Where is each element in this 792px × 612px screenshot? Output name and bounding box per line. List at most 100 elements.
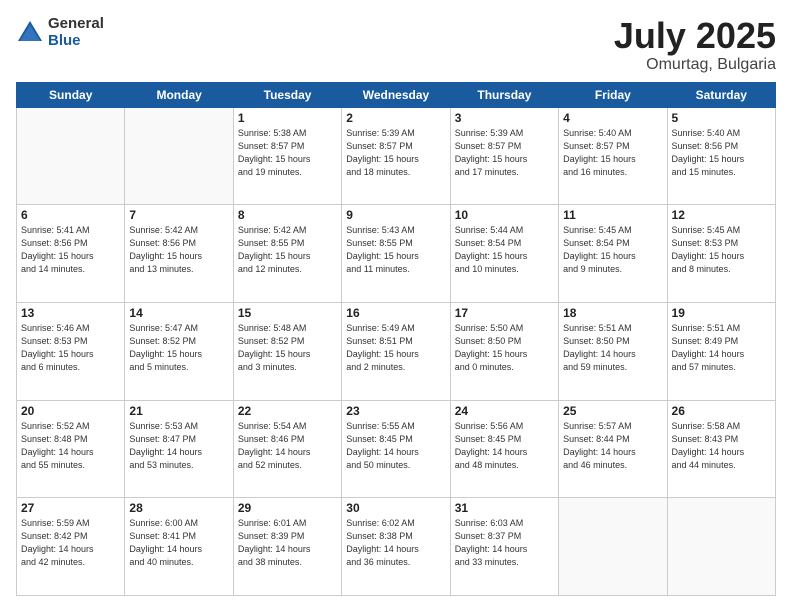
- day-info: Sunrise: 5:56 AM Sunset: 8:45 PM Dayligh…: [455, 420, 554, 472]
- calendar-cell: 4 Sunrise: 5:40 AM Sunset: 8:57 PM Daylig…: [559, 107, 667, 205]
- calendar-cell: 1Sunrise: 5:38 AM Sunset: 8:57 PM Daylig…: [233, 107, 341, 205]
- logo-text: General Blue: [48, 16, 104, 49]
- day-number: 28: [129, 501, 228, 515]
- calendar-cell: [667, 498, 775, 596]
- calendar-cell: 27 Sunrise: 5:59 AM Sunset: 8:42 PM Dayli…: [17, 498, 125, 596]
- day-info: Sunrise: 5:44 AM Sunset: 8:54 PM Dayligh…: [455, 224, 554, 276]
- day-info: Sunrise: 5:39 AM Sunset: 8:57 PM Dayligh…: [455, 127, 554, 179]
- day-number: 18: [563, 306, 662, 320]
- day-number: 31: [455, 501, 554, 515]
- calendar-cell: 10 Sunrise: 5:44 AM Sunset: 8:54 PM Dayli…: [450, 205, 558, 303]
- calendar-cell: 18Sunrise: 5:51 AM Sunset: 8:50 PM Dayli…: [559, 302, 667, 400]
- day-info: Sunrise: 5:50 AM Sunset: 8:50 PM Dayligh…: [455, 322, 554, 374]
- calendar-week-3: 20Sunrise: 5:52 AM Sunset: 8:48 PM Dayli…: [17, 400, 776, 498]
- calendar-cell: 30 Sunrise: 6:02 AM Sunset: 8:38 PM Dayli…: [342, 498, 450, 596]
- day-header-friday: Friday: [559, 82, 667, 107]
- calendar-cell: 12 Sunrise: 5:45 AM Sunset: 8:53 PM Dayli…: [667, 205, 775, 303]
- day-number: 30: [346, 501, 445, 515]
- day-number: 27: [21, 501, 120, 515]
- day-number: 29: [238, 501, 337, 515]
- day-number: 24: [455, 404, 554, 418]
- calendar-cell: [17, 107, 125, 205]
- day-info: Sunrise: 5:39 AM Sunset: 8:57 PM Dayligh…: [346, 127, 445, 179]
- day-info: Sunrise: 5:38 AM Sunset: 8:57 PM Dayligh…: [238, 127, 337, 179]
- subtitle: Omurtag, Bulgaria: [614, 56, 776, 74]
- calendar-week-0: 1Sunrise: 5:38 AM Sunset: 8:57 PM Daylig…: [17, 107, 776, 205]
- day-number: 15: [238, 306, 337, 320]
- day-info: Sunrise: 5:54 AM Sunset: 8:46 PM Dayligh…: [238, 420, 337, 472]
- day-number: 22: [238, 404, 337, 418]
- day-header-wednesday: Wednesday: [342, 82, 450, 107]
- day-info: Sunrise: 5:46 AM Sunset: 8:53 PM Dayligh…: [21, 322, 120, 374]
- calendar-cell: 8 Sunrise: 5:42 AM Sunset: 8:55 PM Daylig…: [233, 205, 341, 303]
- day-info: Sunrise: 5:51 AM Sunset: 8:49 PM Dayligh…: [672, 322, 771, 374]
- day-number: 21: [129, 404, 228, 418]
- day-number: 2: [346, 111, 445, 125]
- logo-general: General: [48, 16, 104, 33]
- header: General Blue July 2025 Omurtag, Bulgaria: [16, 16, 776, 74]
- day-info: Sunrise: 5:42 AM Sunset: 8:55 PM Dayligh…: [238, 224, 337, 276]
- calendar-cell: 17Sunrise: 5:50 AM Sunset: 8:50 PM Dayli…: [450, 302, 558, 400]
- day-header-monday: Monday: [125, 82, 233, 107]
- day-number: 16: [346, 306, 445, 320]
- day-info: Sunrise: 5:52 AM Sunset: 8:48 PM Dayligh…: [21, 420, 120, 472]
- calendar-cell: 28 Sunrise: 6:00 AM Sunset: 8:41 PM Dayli…: [125, 498, 233, 596]
- page: General Blue July 2025 Omurtag, Bulgaria…: [0, 0, 792, 612]
- day-header-tuesday: Tuesday: [233, 82, 341, 107]
- month-title: July 2025: [614, 16, 776, 56]
- calendar-cell: 21 Sunrise: 5:53 AM Sunset: 8:47 PM Dayli…: [125, 400, 233, 498]
- calendar-cell: 23 Sunrise: 5:55 AM Sunset: 8:45 PM Dayli…: [342, 400, 450, 498]
- day-number: 3: [455, 111, 554, 125]
- calendar-cell: [125, 107, 233, 205]
- day-info: Sunrise: 6:03 AM Sunset: 8:37 PM Dayligh…: [455, 517, 554, 569]
- calendar-cell: [559, 498, 667, 596]
- day-number: 11: [563, 208, 662, 222]
- calendar-cell: 6Sunrise: 5:41 AM Sunset: 8:56 PM Daylig…: [17, 205, 125, 303]
- calendar-cell: 14 Sunrise: 5:47 AM Sunset: 8:52 PM Dayli…: [125, 302, 233, 400]
- day-info: Sunrise: 6:02 AM Sunset: 8:38 PM Dayligh…: [346, 517, 445, 569]
- day-number: 9: [346, 208, 445, 222]
- day-number: 26: [672, 404, 771, 418]
- day-info: Sunrise: 5:55 AM Sunset: 8:45 PM Dayligh…: [346, 420, 445, 472]
- logo-icon: [16, 19, 44, 47]
- day-header-thursday: Thursday: [450, 82, 558, 107]
- day-info: Sunrise: 5:40 AM Sunset: 8:57 PM Dayligh…: [563, 127, 662, 179]
- day-number: 13: [21, 306, 120, 320]
- day-number: 23: [346, 404, 445, 418]
- day-info: Sunrise: 5:57 AM Sunset: 8:44 PM Dayligh…: [563, 420, 662, 472]
- calendar-cell: 22 Sunrise: 5:54 AM Sunset: 8:46 PM Dayli…: [233, 400, 341, 498]
- day-number: 4: [563, 111, 662, 125]
- day-number: 12: [672, 208, 771, 222]
- calendar-cell: 25 Sunrise: 5:57 AM Sunset: 8:44 PM Dayli…: [559, 400, 667, 498]
- calendar-cell: 3 Sunrise: 5:39 AM Sunset: 8:57 PM Daylig…: [450, 107, 558, 205]
- day-header-saturday: Saturday: [667, 82, 775, 107]
- calendar-cell: 11Sunrise: 5:45 AM Sunset: 8:54 PM Dayli…: [559, 205, 667, 303]
- day-info: Sunrise: 5:58 AM Sunset: 8:43 PM Dayligh…: [672, 420, 771, 472]
- day-info: Sunrise: 5:43 AM Sunset: 8:55 PM Dayligh…: [346, 224, 445, 276]
- calendar-cell: 9 Sunrise: 5:43 AM Sunset: 8:55 PM Daylig…: [342, 205, 450, 303]
- day-info: Sunrise: 5:48 AM Sunset: 8:52 PM Dayligh…: [238, 322, 337, 374]
- day-number: 25: [563, 404, 662, 418]
- day-number: 14: [129, 306, 228, 320]
- day-info: Sunrise: 6:01 AM Sunset: 8:39 PM Dayligh…: [238, 517, 337, 569]
- calendar-cell: 29 Sunrise: 6:01 AM Sunset: 8:39 PM Dayli…: [233, 498, 341, 596]
- day-info: Sunrise: 5:53 AM Sunset: 8:47 PM Dayligh…: [129, 420, 228, 472]
- day-info: Sunrise: 5:47 AM Sunset: 8:52 PM Dayligh…: [129, 322, 228, 374]
- calendar-week-2: 13 Sunrise: 5:46 AM Sunset: 8:53 PM Dayli…: [17, 302, 776, 400]
- day-number: 7: [129, 208, 228, 222]
- day-number: 10: [455, 208, 554, 222]
- day-number: 19: [672, 306, 771, 320]
- title-block: July 2025 Omurtag, Bulgaria: [614, 16, 776, 74]
- calendar-week-1: 6Sunrise: 5:41 AM Sunset: 8:56 PM Daylig…: [17, 205, 776, 303]
- calendar-cell: 7Sunrise: 5:42 AM Sunset: 8:56 PM Daylig…: [125, 205, 233, 303]
- day-info: Sunrise: 5:59 AM Sunset: 8:42 PM Dayligh…: [21, 517, 120, 569]
- day-number: 8: [238, 208, 337, 222]
- calendar-cell: 24 Sunrise: 5:56 AM Sunset: 8:45 PM Dayli…: [450, 400, 558, 498]
- calendar-cell: 31 Sunrise: 6:03 AM Sunset: 8:37 PM Dayli…: [450, 498, 558, 596]
- day-info: Sunrise: 5:45 AM Sunset: 8:53 PM Dayligh…: [672, 224, 771, 276]
- day-header-sunday: Sunday: [17, 82, 125, 107]
- day-info: Sunrise: 5:41 AM Sunset: 8:56 PM Dayligh…: [21, 224, 120, 276]
- calendar-cell: 13 Sunrise: 5:46 AM Sunset: 8:53 PM Dayli…: [17, 302, 125, 400]
- calendar-cell: 19 Sunrise: 5:51 AM Sunset: 8:49 PM Dayli…: [667, 302, 775, 400]
- day-info: Sunrise: 6:00 AM Sunset: 8:41 PM Dayligh…: [129, 517, 228, 569]
